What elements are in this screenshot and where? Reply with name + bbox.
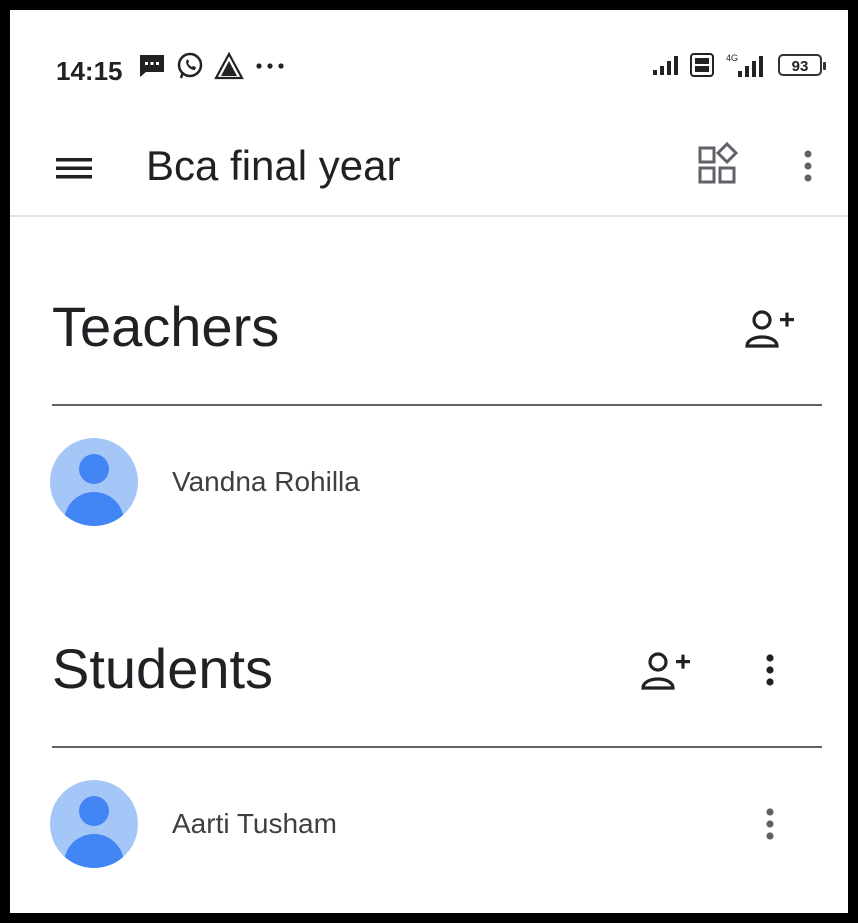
avatar-head xyxy=(79,454,109,484)
network-type: 4G xyxy=(726,53,738,63)
signal-icon xyxy=(653,56,678,75)
class-title: Bca final year xyxy=(146,142,401,189)
volte-icon xyxy=(690,53,714,77)
app-bar: Bca final year xyxy=(10,120,848,217)
more-notifications-icon xyxy=(256,63,284,69)
avatar-body xyxy=(64,834,124,868)
avatar xyxy=(50,438,138,526)
system-icons: 4G 93 xyxy=(652,52,826,78)
signal-4g-icon: 4G xyxy=(726,53,763,77)
add-student-icon[interactable] xyxy=(638,648,694,696)
more-options-icon[interactable] xyxy=(790,142,826,190)
whatsapp-icon xyxy=(177,52,203,79)
status-bar: 14:15 4G 93 xyxy=(10,10,848,120)
student-name: Aarti Tusham xyxy=(172,808,337,839)
students-divider xyxy=(52,746,822,748)
teacher-name: Vandna Rohilla xyxy=(172,466,360,497)
battery-indicator: 93 xyxy=(778,54,826,76)
avatar xyxy=(50,780,138,868)
battery-level: 93 xyxy=(791,58,809,75)
students-heading: Students xyxy=(52,637,274,700)
student-more-icon[interactable] xyxy=(752,800,788,848)
students-more-icon[interactable] xyxy=(752,646,788,694)
app-notification-icon xyxy=(214,52,244,80)
message-icon xyxy=(140,55,164,77)
student-list-item[interactable]: Aarti Tusham xyxy=(50,780,840,870)
add-teacher-icon[interactable] xyxy=(742,306,798,354)
teachers-divider xyxy=(52,404,822,406)
avatar-body xyxy=(64,492,124,526)
menu-icon[interactable] xyxy=(54,150,94,186)
notification-icons xyxy=(138,52,286,80)
phone-screen: 14:15 4G 93 Bca final year Teachers Vand… xyxy=(10,10,848,913)
status-time: 14:15 xyxy=(56,56,123,86)
avatar-head xyxy=(79,796,109,826)
teacher-list-item[interactable]: Vandna Rohilla xyxy=(50,438,840,528)
teachers-heading: Teachers xyxy=(52,295,280,358)
classroom-widgets-icon[interactable] xyxy=(694,142,742,190)
